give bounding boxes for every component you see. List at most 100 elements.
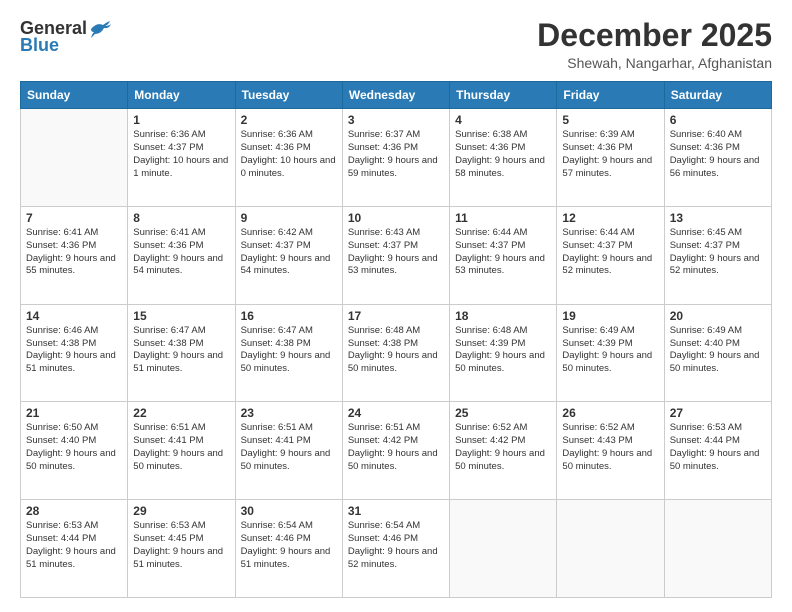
calendar-cell: 1 Sunrise: 6:36 AMSunset: 4:37 PMDaylight… [128, 109, 235, 207]
calendar-cell: 16 Sunrise: 6:47 AMSunset: 4:38 PMDayligh… [235, 304, 342, 402]
day-number: 7 [26, 211, 122, 225]
cell-sun-info: Sunrise: 6:42 AMSunset: 4:37 PMDaylight:… [241, 227, 337, 278]
calendar-header-monday: Monday [128, 82, 235, 109]
calendar-cell [21, 109, 128, 207]
cell-sun-info: Sunrise: 6:52 AMSunset: 4:42 PMDaylight:… [455, 422, 551, 473]
day-number: 24 [348, 406, 444, 420]
calendar-cell: 26 Sunrise: 6:52 AMSunset: 4:43 PMDayligh… [557, 402, 664, 500]
cell-sun-info: Sunrise: 6:43 AMSunset: 4:37 PMDaylight:… [348, 227, 444, 278]
day-number: 21 [26, 406, 122, 420]
calendar-cell: 13 Sunrise: 6:45 AMSunset: 4:37 PMDayligh… [664, 206, 771, 304]
calendar-cell: 27 Sunrise: 6:53 AMSunset: 4:44 PMDayligh… [664, 402, 771, 500]
day-number: 15 [133, 309, 229, 323]
day-number: 1 [133, 113, 229, 127]
cell-sun-info: Sunrise: 6:47 AMSunset: 4:38 PMDaylight:… [241, 325, 337, 376]
calendar-header-row: SundayMondayTuesdayWednesdayThursdayFrid… [21, 82, 772, 109]
calendar-cell: 28Sunrise: 6:53 AMSunset: 4:44 PMDayligh… [21, 500, 128, 598]
day-number: 6 [670, 113, 766, 127]
cell-sun-info: Sunrise: 6:36 AMSunset: 4:37 PMDaylight:… [133, 129, 229, 180]
calendar-cell: 23 Sunrise: 6:51 AMSunset: 4:41 PMDayligh… [235, 402, 342, 500]
cell-sun-info: Sunrise: 6:52 AMSunset: 4:43 PMDaylight:… [562, 422, 658, 473]
cell-sun-info: Sunrise: 6:49 AMSunset: 4:40 PMDaylight:… [670, 325, 766, 376]
day-number: 25 [455, 406, 551, 420]
day-number: 26 [562, 406, 658, 420]
day-number: 5 [562, 113, 658, 127]
calendar-header-friday: Friday [557, 82, 664, 109]
cell-sun-info: Sunrise: 6:50 AMSunset: 4:40 PMDaylight:… [26, 422, 122, 473]
calendar-week-row: 28Sunrise: 6:53 AMSunset: 4:44 PMDayligh… [21, 500, 772, 598]
day-number: 11 [455, 211, 551, 225]
cell-sun-info: Sunrise: 6:39 AMSunset: 4:36 PMDaylight:… [562, 129, 658, 180]
logo: General Blue [20, 18, 111, 56]
calendar-cell: 12 Sunrise: 6:44 AMSunset: 4:37 PMDayligh… [557, 206, 664, 304]
calendar-cell: 8Sunrise: 6:41 AMSunset: 4:36 PMDaylight… [128, 206, 235, 304]
cell-sun-info: Sunrise: 6:54 AMSunset: 4:46 PMDaylight:… [348, 520, 444, 571]
calendar-cell: 20 Sunrise: 6:49 AMSunset: 4:40 PMDayligh… [664, 304, 771, 402]
calendar-cell: 17 Sunrise: 6:48 AMSunset: 4:38 PMDayligh… [342, 304, 449, 402]
cell-sun-info: Sunrise: 6:41 AMSunset: 4:36 PMDaylight:… [26, 227, 122, 278]
page: General Blue December 2025 Shewah, Nanga… [0, 0, 792, 612]
calendar-cell: 10 Sunrise: 6:43 AMSunset: 4:37 PMDayligh… [342, 206, 449, 304]
cell-sun-info: Sunrise: 6:44 AMSunset: 4:37 PMDaylight:… [455, 227, 551, 278]
main-title: December 2025 [537, 18, 772, 53]
calendar-cell: 4Sunrise: 6:38 AMSunset: 4:36 PMDaylight… [450, 109, 557, 207]
calendar-cell: 31 Sunrise: 6:54 AMSunset: 4:46 PMDayligh… [342, 500, 449, 598]
calendar-header-thursday: Thursday [450, 82, 557, 109]
cell-sun-info: Sunrise: 6:48 AMSunset: 4:38 PMDaylight:… [348, 325, 444, 376]
sub-title: Shewah, Nangarhar, Afghanistan [537, 55, 772, 71]
cell-sun-info: Sunrise: 6:54 AMSunset: 4:46 PMDaylight:… [241, 520, 337, 571]
cell-sun-info: Sunrise: 6:51 AMSunset: 4:41 PMDaylight:… [241, 422, 337, 473]
calendar-cell [450, 500, 557, 598]
day-number: 20 [670, 309, 766, 323]
calendar-cell: 14Sunrise: 6:46 AMSunset: 4:38 PMDayligh… [21, 304, 128, 402]
day-number: 9 [241, 211, 337, 225]
calendar-cell: 19 Sunrise: 6:49 AMSunset: 4:39 PMDayligh… [557, 304, 664, 402]
calendar-cell: 11 Sunrise: 6:44 AMSunset: 4:37 PMDayligh… [450, 206, 557, 304]
calendar-header-saturday: Saturday [664, 82, 771, 109]
logo-bird-icon [89, 20, 111, 38]
cell-sun-info: Sunrise: 6:36 AMSunset: 4:36 PMDaylight:… [241, 129, 337, 180]
day-number: 19 [562, 309, 658, 323]
header: General Blue December 2025 Shewah, Nanga… [20, 18, 772, 71]
calendar-cell: 15 Sunrise: 6:47 AMSunset: 4:38 PMDayligh… [128, 304, 235, 402]
calendar-cell: 21 Sunrise: 6:50 AMSunset: 4:40 PMDayligh… [21, 402, 128, 500]
cell-sun-info: Sunrise: 6:53 AMSunset: 4:44 PMDaylight:… [670, 422, 766, 473]
calendar-cell: 22 Sunrise: 6:51 AMSunset: 4:41 PMDayligh… [128, 402, 235, 500]
calendar-week-row: 21 Sunrise: 6:50 AMSunset: 4:40 PMDayligh… [21, 402, 772, 500]
calendar-cell: 6Sunrise: 6:40 AMSunset: 4:36 PMDaylight… [664, 109, 771, 207]
calendar-cell: 18Sunrise: 6:48 AMSunset: 4:39 PMDayligh… [450, 304, 557, 402]
day-number: 30 [241, 504, 337, 518]
day-number: 10 [348, 211, 444, 225]
day-number: 23 [241, 406, 337, 420]
calendar-cell [557, 500, 664, 598]
cell-sun-info: Sunrise: 6:45 AMSunset: 4:37 PMDaylight:… [670, 227, 766, 278]
day-number: 31 [348, 504, 444, 518]
day-number: 2 [241, 113, 337, 127]
day-number: 13 [670, 211, 766, 225]
calendar-week-row: 14Sunrise: 6:46 AMSunset: 4:38 PMDayligh… [21, 304, 772, 402]
calendar-table: SundayMondayTuesdayWednesdayThursdayFrid… [20, 81, 772, 598]
day-number: 28 [26, 504, 122, 518]
cell-sun-info: Sunrise: 6:49 AMSunset: 4:39 PMDaylight:… [562, 325, 658, 376]
cell-sun-info: Sunrise: 6:51 AMSunset: 4:41 PMDaylight:… [133, 422, 229, 473]
cell-sun-info: Sunrise: 6:51 AMSunset: 4:42 PMDaylight:… [348, 422, 444, 473]
calendar-cell: 29Sunrise: 6:53 AMSunset: 4:45 PMDayligh… [128, 500, 235, 598]
calendar-cell: 9 Sunrise: 6:42 AMSunset: 4:37 PMDaylight… [235, 206, 342, 304]
day-number: 18 [455, 309, 551, 323]
cell-sun-info: Sunrise: 6:38 AMSunset: 4:36 PMDaylight:… [455, 129, 551, 180]
calendar-cell: 30 Sunrise: 6:54 AMSunset: 4:46 PMDayligh… [235, 500, 342, 598]
calendar-cell [664, 500, 771, 598]
cell-sun-info: Sunrise: 6:53 AMSunset: 4:45 PMDaylight:… [133, 520, 229, 571]
calendar-cell: 7 Sunrise: 6:41 AMSunset: 4:36 PMDaylight… [21, 206, 128, 304]
cell-sun-info: Sunrise: 6:37 AMSunset: 4:36 PMDaylight:… [348, 129, 444, 180]
day-number: 17 [348, 309, 444, 323]
day-number: 16 [241, 309, 337, 323]
cell-sun-info: Sunrise: 6:44 AMSunset: 4:37 PMDaylight:… [562, 227, 658, 278]
day-number: 22 [133, 406, 229, 420]
day-number: 27 [670, 406, 766, 420]
calendar-cell: 25 Sunrise: 6:52 AMSunset: 4:42 PMDayligh… [450, 402, 557, 500]
cell-sun-info: Sunrise: 6:47 AMSunset: 4:38 PMDaylight:… [133, 325, 229, 376]
day-number: 12 [562, 211, 658, 225]
calendar-header-sunday: Sunday [21, 82, 128, 109]
cell-sun-info: Sunrise: 6:41 AMSunset: 4:36 PMDaylight:… [133, 227, 229, 278]
